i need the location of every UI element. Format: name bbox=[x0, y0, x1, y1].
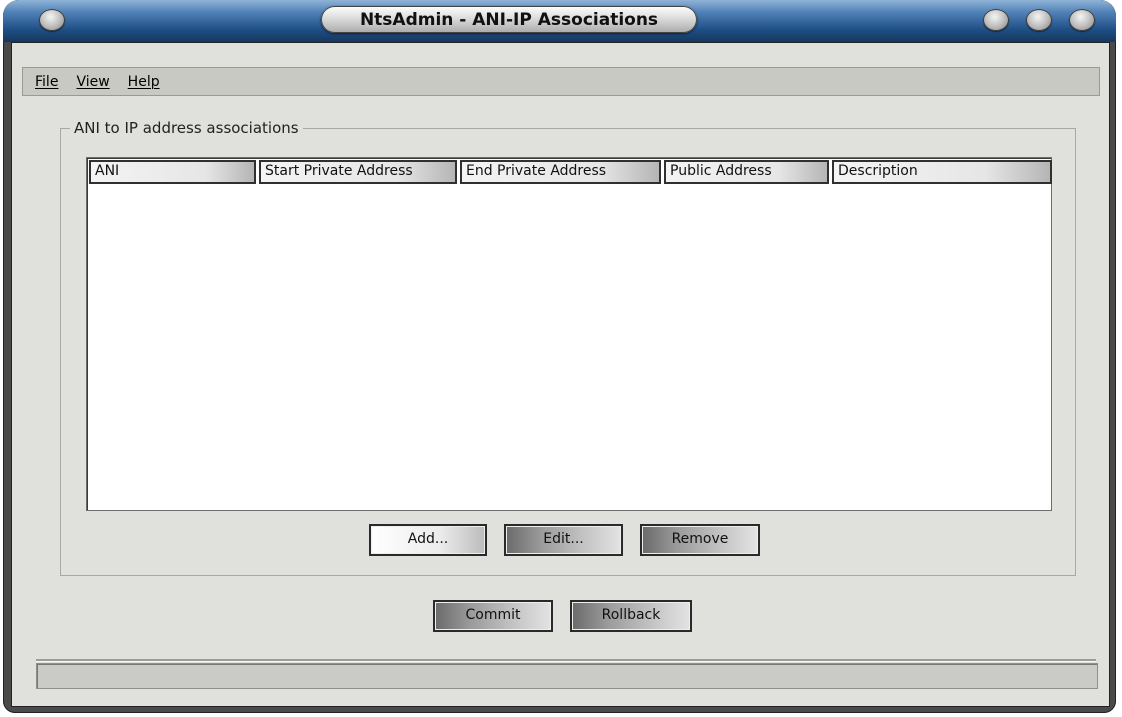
menu-view[interactable]: View bbox=[76, 74, 109, 90]
menu-help[interactable]: Help bbox=[128, 74, 160, 90]
associations-table[interactable]: ANI Start Private Address End Private Ad… bbox=[86, 157, 1052, 511]
add-button[interactable]: Add... bbox=[369, 524, 487, 556]
column-header-ani[interactable]: ANI bbox=[89, 160, 256, 184]
column-header-end-private-address[interactable]: End Private Address bbox=[460, 160, 661, 184]
system-menu-icon[interactable] bbox=[39, 9, 65, 31]
menu-file[interactable]: File bbox=[35, 74, 58, 90]
rollback-button[interactable]: Rollback bbox=[570, 600, 692, 632]
maximize-icon[interactable] bbox=[1026, 9, 1052, 31]
group-legend: ANI to IP address associations bbox=[70, 119, 303, 137]
status-bar bbox=[36, 663, 1098, 689]
menu-bar: File View Help bbox=[22, 67, 1100, 96]
remove-button[interactable]: Remove bbox=[640, 524, 760, 556]
title-bar[interactable]: NtsAdmin - ANI-IP Associations bbox=[3, 0, 1116, 42]
title-pill: NtsAdmin - ANI-IP Associations bbox=[321, 6, 697, 33]
status-separator bbox=[36, 659, 1096, 662]
column-header-description[interactable]: Description bbox=[832, 160, 1052, 184]
commit-button[interactable]: Commit bbox=[433, 600, 553, 632]
table-header: ANI Start Private Address End Private Ad… bbox=[89, 160, 1055, 188]
minimize-icon[interactable] bbox=[983, 9, 1009, 31]
window-title: NtsAdmin - ANI-IP Associations bbox=[359, 9, 659, 30]
close-icon[interactable] bbox=[1069, 9, 1095, 31]
edit-button[interactable]: Edit... bbox=[504, 524, 623, 556]
column-header-public-address[interactable]: Public Address bbox=[664, 160, 829, 184]
column-header-start-private-address[interactable]: Start Private Address bbox=[259, 160, 457, 184]
